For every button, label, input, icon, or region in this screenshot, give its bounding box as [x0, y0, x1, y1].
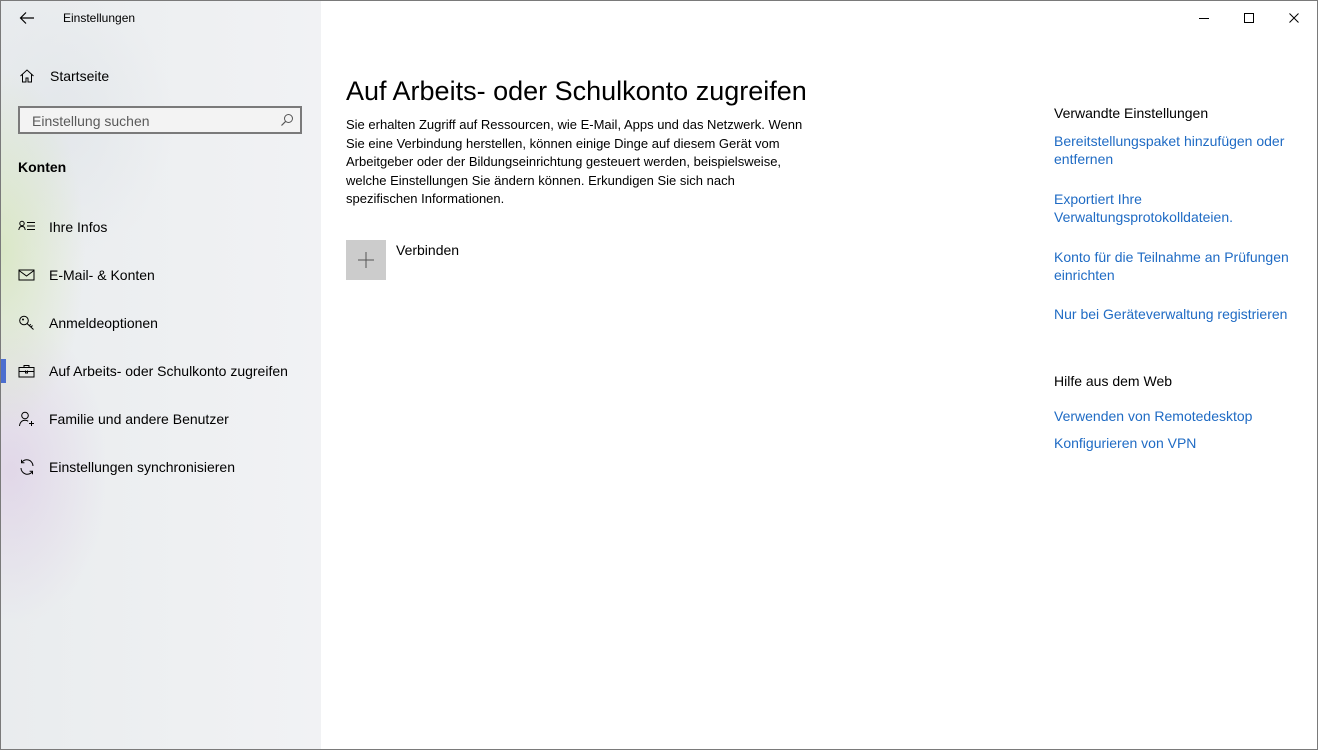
minimize-button[interactable]	[1181, 5, 1227, 31]
search-icon[interactable]	[280, 113, 294, 127]
plus-icon	[358, 252, 374, 268]
link-device-management[interactable]: Nur bei Geräteverwaltung registrieren	[1054, 305, 1299, 323]
page-title: Auf Arbeits- oder Schulkonto zugreifen	[346, 76, 807, 107]
web-help: Hilfe aus dem Web	[1054, 373, 1304, 389]
sidebar-item-family[interactable]: Familie und andere Benutzer	[1, 399, 321, 439]
sidebar-item-home[interactable]: Startseite	[1, 61, 321, 91]
sidebar-item-work-school[interactable]: Auf Arbeits- oder Schulkonto zugreifen	[1, 351, 321, 391]
briefcase-icon	[18, 365, 35, 378]
link-exam-account[interactable]: Konto für die Teilnahme an Prüfungen ein…	[1054, 248, 1299, 284]
close-button[interactable]	[1271, 5, 1317, 31]
app-title: Einstellungen	[63, 11, 136, 25]
sidebar-item-email-accounts[interactable]: E-Mail- & Konten	[1, 255, 321, 295]
maximize-icon	[1244, 13, 1254, 23]
back-button[interactable]	[15, 7, 39, 29]
main-content: Auf Arbeits- oder Schulkonto zugreifen S…	[321, 1, 1317, 749]
sidebar-item-sign-in-options[interactable]: Anmeldeoptionen	[1, 303, 321, 343]
key-icon	[19, 315, 34, 330]
link-export-logs[interactable]: Exportiert Ihre Verwaltungsprotokolldate…	[1054, 190, 1299, 226]
sidebar-item-label: Startseite	[50, 68, 110, 84]
sidebar-item-label: Familie und andere Benutzer	[49, 411, 229, 427]
sidebar-item-sync[interactable]: Einstellungen synchronisieren	[1, 447, 321, 487]
section-title: Konten	[18, 159, 67, 175]
sidebar-item-label: Ihre Infos	[49, 219, 108, 235]
settings-window: Einstellungen Startseite Konten Ihre Inf…	[0, 0, 1318, 750]
minimize-icon	[1199, 18, 1209, 19]
contact-card-icon	[18, 220, 35, 231]
search-input[interactable]	[30, 112, 274, 130]
sync-icon	[20, 459, 34, 475]
maximize-button[interactable]	[1226, 5, 1272, 31]
link-provisioning-package[interactable]: Bereitstellungspaket hinzufügen oder ent…	[1054, 132, 1299, 168]
back-arrow-icon	[19, 12, 34, 24]
close-icon	[1289, 13, 1299, 23]
sidebar: Einstellungen Startseite Konten Ihre Inf…	[1, 1, 321, 749]
related-settings-heading: Verwandte Einstellungen	[1054, 105, 1209, 121]
web-help-heading: Hilfe aus dem Web	[1054, 373, 1173, 389]
home-icon	[20, 69, 34, 83]
mail-icon	[18, 269, 35, 281]
link-remote-desktop[interactable]: Verwenden von Remotedesktop	[1054, 407, 1299, 425]
connect-label[interactable]: Verbinden	[396, 242, 459, 258]
connect-button[interactable]	[346, 240, 386, 280]
related-settings: Verwandte Einstellungen	[1054, 105, 1304, 121]
sidebar-item-label: Einstellungen synchronisieren	[49, 459, 235, 475]
sidebar-item-label: Anmeldeoptionen	[49, 315, 158, 331]
link-vpn[interactable]: Konfigurieren von VPN	[1054, 434, 1299, 452]
page-description: Sie erhalten Zugriff auf Ressourcen, wie…	[346, 117, 803, 207]
search-box[interactable]	[18, 106, 302, 134]
person-add-icon	[19, 411, 34, 427]
sidebar-item-label: E-Mail- & Konten	[49, 267, 155, 283]
selection-indicator	[1, 359, 6, 383]
sidebar-item-label: Auf Arbeits- oder Schulkonto zugreifen	[49, 363, 288, 379]
sidebar-item-your-info[interactable]: Ihre Infos	[1, 207, 321, 247]
